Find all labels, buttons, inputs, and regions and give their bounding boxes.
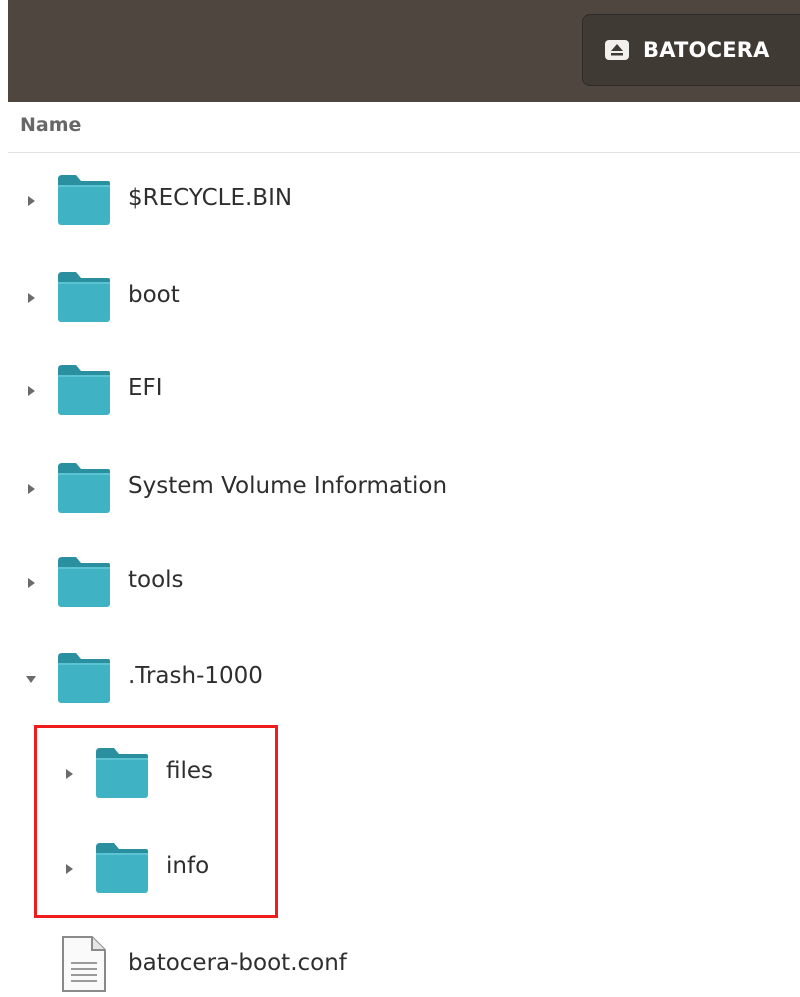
item-name: tools: [128, 567, 184, 593]
list-item[interactable]: EFI: [0, 354, 800, 426]
folder-icon: [58, 463, 110, 513]
folder-icon: [58, 653, 110, 703]
expand-arrow-icon[interactable]: [24, 291, 38, 305]
drive-name-label: BATOCERA: [643, 38, 770, 62]
folder-icon: [58, 557, 110, 607]
expand-arrow-icon[interactable]: [24, 384, 38, 398]
column-header[interactable]: Name: [8, 102, 800, 153]
eject-drive-button[interactable]: BATOCERA: [582, 14, 800, 86]
list-item[interactable]: System Volume Information: [0, 452, 800, 524]
expand-arrow-icon[interactable]: [24, 482, 38, 496]
list-item[interactable]: .Trash-1000: [0, 642, 800, 714]
text-file-icon: [62, 936, 106, 992]
list-item[interactable]: tools: [0, 546, 800, 618]
expand-arrow-icon[interactable]: [24, 576, 38, 590]
item-name: $RECYCLE.BIN: [128, 185, 293, 211]
folder-icon: [58, 175, 110, 225]
toolbar: BATOCERA: [8, 0, 800, 102]
name-column-header[interactable]: Name: [20, 114, 81, 136]
list-item[interactable]: boot: [0, 261, 800, 333]
list-item[interactable]: batocera-boot.conf: [0, 928, 800, 997]
item-name: EFI: [128, 375, 163, 401]
highlight-annotation: [34, 725, 278, 918]
item-name: boot: [128, 282, 180, 308]
collapse-arrow-icon[interactable]: [24, 672, 38, 686]
folder-icon: [58, 365, 110, 415]
item-name: System Volume Information: [128, 473, 448, 499]
folder-icon: [58, 272, 110, 322]
expand-arrow-icon[interactable]: [24, 194, 38, 208]
list-item[interactable]: $RECYCLE.BIN: [0, 164, 800, 236]
eject-icon: [605, 40, 629, 60]
item-name: batocera-boot.conf: [128, 950, 347, 976]
item-name: .Trash-1000: [128, 663, 263, 689]
